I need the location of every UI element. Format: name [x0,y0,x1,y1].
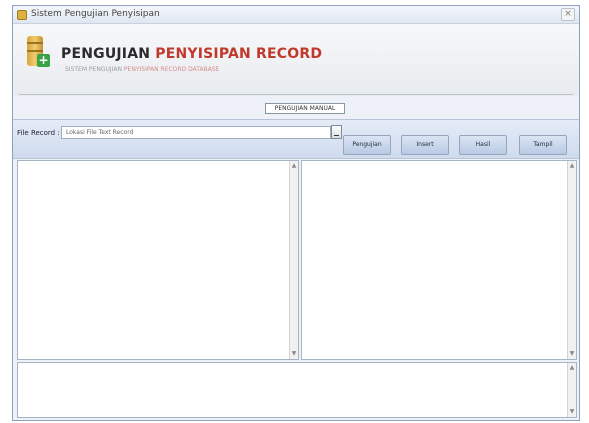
insert-button[interactable]: Insert [401,135,449,155]
file-record-input[interactable]: Lokasi File Text Record [61,126,331,139]
app-subtitle-part1: SISTEM PENGUJIAN [65,66,122,73]
app-icon [17,10,27,20]
pengujian-button[interactable]: Pengujian [343,135,391,155]
app-title-part1: PENGUJIAN [61,46,151,62]
browse-icon [334,135,339,136]
log-panel[interactable]: ▲ ▼ [17,362,577,418]
log-scrollbar[interactable]: ▲ ▼ [567,363,576,417]
scroll-up-icon[interactable]: ▲ [291,163,297,169]
scroll-down-icon[interactable]: ▼ [569,351,575,357]
app-subtitle-part2: PENYISIPAN RECORD DATABASE [123,66,220,73]
header-banner: + PENGUJIAN PENYISIPAN RECORD SISTEM PEN… [13,24,579,96]
record-list-scrollbar[interactable]: ▲ ▼ [289,161,298,359]
hasil-button[interactable]: Hasil [459,135,507,155]
mode-label: PENGUJIAN MANUAL [265,103,345,114]
result-panel[interactable]: ▲ ▼ [301,160,577,360]
app-title-part2: PENYISIPAN RECORD [155,46,323,62]
header-divider [19,94,573,95]
window-title: Sistem Pengujian Penyisipan [31,9,160,19]
app-window: Sistem Pengujian Penyisipan × + PENGUJIA… [12,5,580,421]
result-scrollbar[interactable]: ▲ ▼ [567,161,576,359]
file-record-label: File Record : [17,129,60,137]
app-subtitle: SISTEM PENGUJIAN PENYISIPAN RECORD DATAB… [65,66,219,73]
title-bar: Sistem Pengujian Penyisipan × [13,6,579,24]
scroll-up-icon[interactable]: ▲ [569,163,575,169]
tampil-button[interactable]: Tampil [519,135,567,155]
scroll-down-icon[interactable]: ▼ [291,351,297,357]
browse-button[interactable] [331,125,342,139]
close-button[interactable]: × [561,8,575,21]
scroll-down-icon[interactable]: ▼ [569,409,575,415]
toolbar: File Record : Lokasi File Text Record Pe… [13,119,579,159]
database-add-icon: + [27,36,50,70]
record-list-panel[interactable]: ▲ ▼ [17,160,299,360]
app-title: PENGUJIAN PENYISIPAN RECORD [61,46,322,62]
scroll-up-icon[interactable]: ▲ [569,365,575,371]
